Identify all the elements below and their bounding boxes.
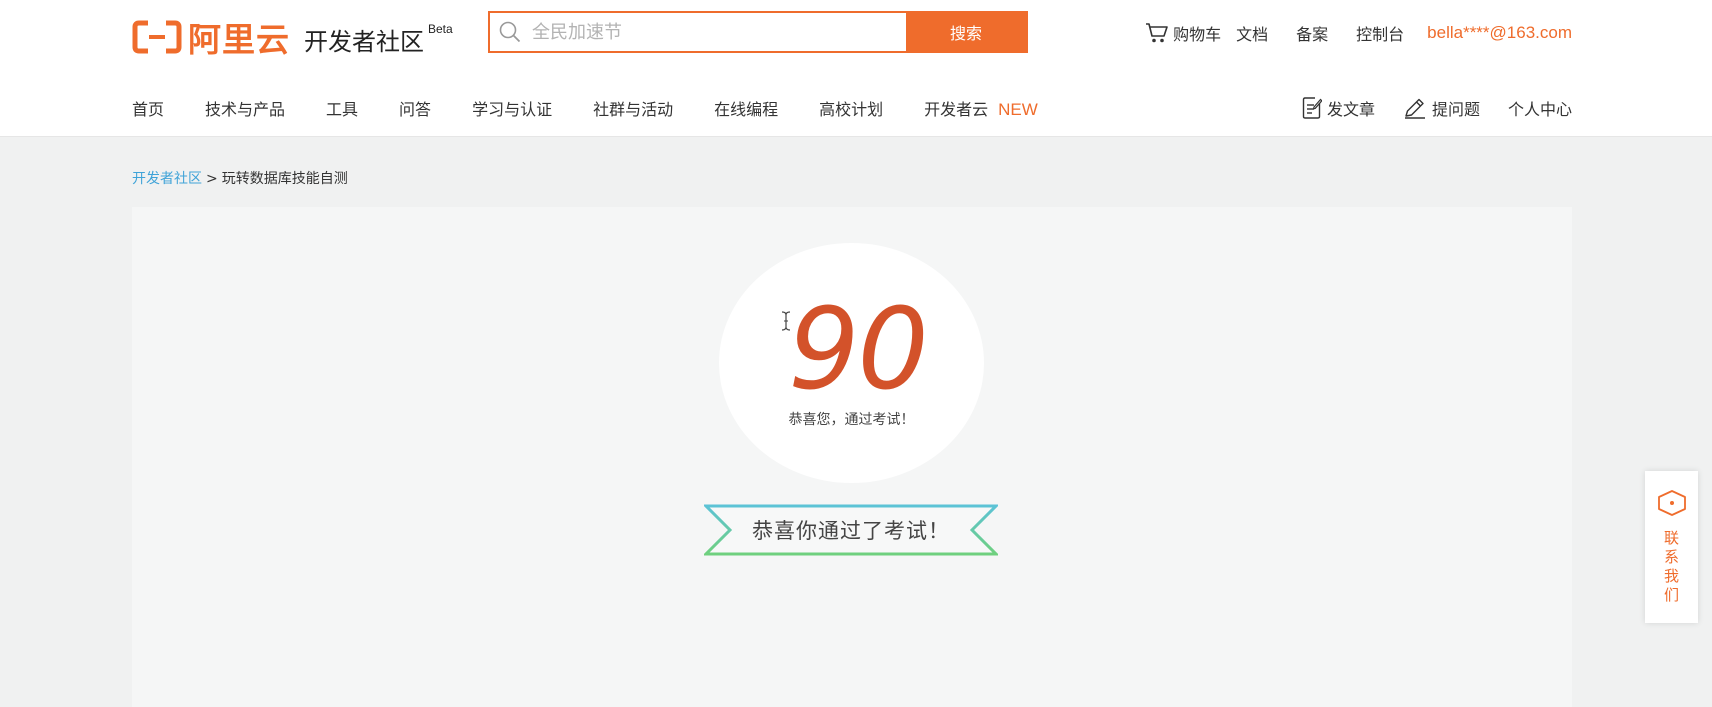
top-links: 购物车 文档 备案 控制台 bella****@163.com (1145, 20, 1572, 46)
nav-item-learning[interactable]: 学习与认证 (472, 96, 552, 120)
site-logo[interactable]: 阿里云 开发者社区 Beta (132, 18, 453, 59)
nav-item-developer-cloud-label: 开发者云 (924, 100, 989, 119)
cart-link[interactable]: 购物车 (1145, 21, 1221, 45)
hexagon-chat-icon (1656, 489, 1688, 521)
document-edit-icon (1302, 97, 1327, 119)
score-message: 恭喜您，通过考试！ (788, 412, 915, 428)
score-value: 90 (788, 285, 929, 415)
nav-item-community-events[interactable]: 社群与活动 (593, 96, 673, 120)
ribbon-text: 恭喜你通过了考试！ (752, 519, 950, 543)
ask-question-label: 提问题 (1431, 100, 1480, 119)
search-input[interactable] (530, 13, 906, 51)
score-circle: 90 恭喜您，通过考试！ (719, 243, 984, 483)
user-account-link[interactable]: bella****@163.com (1427, 23, 1572, 43)
search-icon (490, 13, 530, 51)
logo-brand-text: 阿里云 (188, 20, 290, 59)
logo-community-text: 开发者社区 (304, 27, 424, 56)
breadcrumb: 开发者社区 > 玩转数据库技能自测 (132, 168, 348, 188)
contact-us-widget[interactable]: 联系我们 (1645, 471, 1698, 623)
search-bar: 搜索 (488, 11, 1028, 53)
aliyun-logo-icon (132, 20, 182, 54)
cart-label: 购物车 (1173, 25, 1222, 44)
main-nav: 首页 技术与产品 工具 问答 学习与认证 社群与活动 在线编程 高校计划 开发者… (132, 96, 1079, 120)
filing-link[interactable]: 备案 (1296, 21, 1328, 45)
nav-item-tech-products[interactable]: 技术与产品 (205, 96, 285, 120)
new-badge: NEW (998, 100, 1038, 119)
nav-item-qa[interactable]: 问答 (399, 96, 431, 120)
nav-item-developer-cloud[interactable]: 开发者云 NEW (924, 96, 1038, 120)
write-article-button[interactable]: 发文章 (1302, 96, 1375, 120)
breadcrumb-separator: > (206, 171, 218, 187)
personal-center-link[interactable]: 个人中心 (1508, 96, 1572, 120)
search-button[interactable]: 搜索 (906, 13, 1026, 51)
text-cursor-icon (781, 311, 791, 335)
console-link[interactable]: 控制台 (1356, 21, 1404, 45)
pass-ribbon: 恭喜你通过了考试！ (702, 504, 1000, 556)
contact-us-label: 联系我们 (1663, 529, 1679, 604)
ask-question-button[interactable]: 提问题 (1403, 96, 1480, 120)
nav-item-university[interactable]: 高校计划 (819, 96, 883, 120)
breadcrumb-current: 玩转数据库技能自测 (221, 171, 348, 187)
docs-link[interactable]: 文档 (1236, 21, 1268, 45)
nav-actions: 发文章 提问题 个人中心 (1302, 96, 1572, 120)
pencil-icon (1403, 97, 1432, 119)
nav-item-tools[interactable]: 工具 (326, 96, 358, 120)
breadcrumb-root-link[interactable]: 开发者社区 (132, 171, 202, 187)
write-article-label: 发文章 (1326, 100, 1375, 119)
nav-item-online-coding[interactable]: 在线编程 (714, 96, 778, 120)
cart-icon (1145, 22, 1169, 44)
beta-badge: Beta (428, 22, 453, 36)
nav-item-home[interactable]: 首页 (132, 96, 164, 120)
site-header: 阿里云 开发者社区 Beta 搜索 购物车 文档 备案 控制台 (0, 0, 1712, 137)
